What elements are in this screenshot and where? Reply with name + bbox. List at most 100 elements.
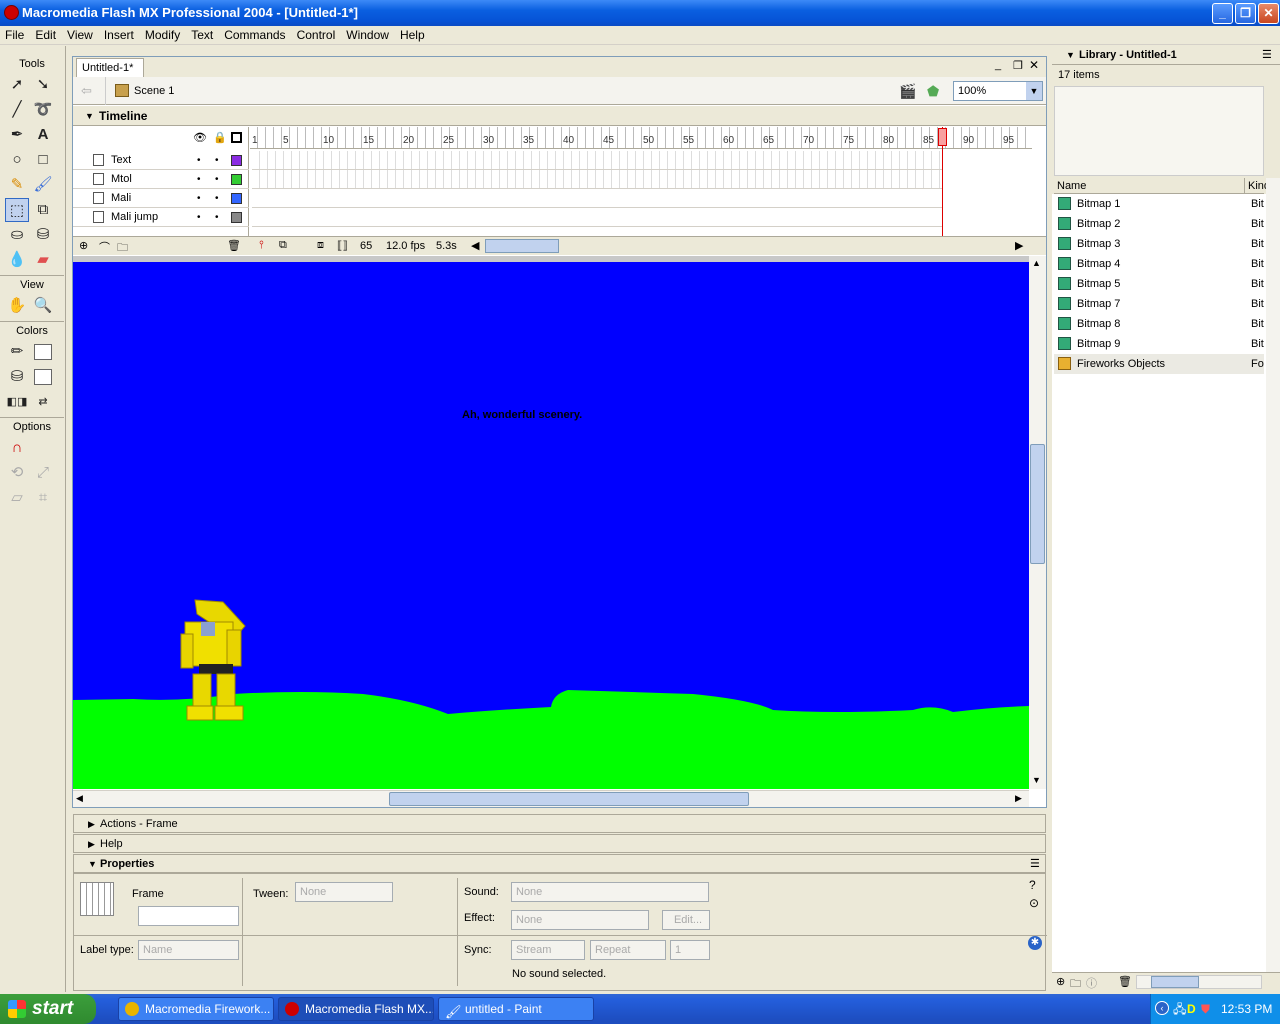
- stage-hscroll[interactable]: ◀ ▶: [73, 790, 1029, 807]
- center-frame-icon[interactable]: ⫯: [259, 239, 264, 252]
- name-column-header[interactable]: Name: [1057, 180, 1086, 192]
- eye-icon[interactable]: 👁: [193, 131, 207, 144]
- menu-view[interactable]: View: [62, 26, 99, 42]
- library-options-icon[interactable]: ☰: [1262, 46, 1272, 65]
- network-icon[interactable]: 🖧: [1173, 994, 1186, 1024]
- lock-dot[interactable]: •: [215, 151, 219, 170]
- collapse-triangle-icon[interactable]: ▼: [85, 106, 94, 126]
- restore-button[interactable]: ❐: [1235, 3, 1256, 24]
- frame-row[interactable]: [252, 151, 942, 170]
- text-tool-icon[interactable]: A: [31, 123, 55, 147]
- edit-scene-icon[interactable]: 🎬: [899, 83, 916, 100]
- close-button[interactable]: ✕: [1258, 3, 1279, 24]
- lasso-tool-icon[interactable]: ➰: [31, 98, 55, 122]
- tween-select[interactable]: None: [295, 882, 393, 902]
- edit-multiple-icon[interactable]: ⧈: [317, 239, 324, 252]
- swap-colors-icon[interactable]: ⇄: [31, 390, 55, 414]
- library-item[interactable]: Fireworks Objects Fo: [1054, 354, 1264, 374]
- delete-layer-icon[interactable]: 🗑: [227, 239, 241, 252]
- lock-dot[interactable]: •: [215, 189, 219, 208]
- minimize-button[interactable]: _: [1212, 3, 1233, 24]
- library-item[interactable]: Bitmap 4 Bit: [1054, 254, 1264, 274]
- accessibility-icon[interactable]: ✱: [1028, 936, 1042, 950]
- onion-markers-icon[interactable]: ⟦⟧: [337, 239, 348, 252]
- menu-window[interactable]: Window: [341, 26, 395, 42]
- subselect-tool-icon[interactable]: ➘: [31, 73, 55, 97]
- visible-dot[interactable]: •: [197, 170, 201, 189]
- default-colors-icon[interactable]: ◧◨: [5, 390, 29, 414]
- stroke-swatch[interactable]: [31, 340, 55, 364]
- label-type-select[interactable]: Name: [138, 940, 239, 960]
- eyedropper-tool-icon[interactable]: 💧: [5, 248, 29, 272]
- document-tab[interactable]: Untitled-1*: [76, 58, 144, 78]
- properties-panel-header[interactable]: ▼ Properties ☰: [73, 854, 1046, 873]
- chevron-down-icon[interactable]: ▼: [1026, 82, 1042, 100]
- scale-option-icon[interactable]: ⤢: [31, 461, 55, 485]
- library-item[interactable]: Bitmap 7 Bit: [1054, 294, 1264, 314]
- outline-icon[interactable]: [231, 132, 242, 143]
- delete-icon[interactable]: 🗑: [1118, 975, 1132, 988]
- menu-text[interactable]: Text: [186, 26, 219, 42]
- help-panel-header[interactable]: ▶ Help: [73, 834, 1046, 853]
- line-tool-icon[interactable]: ╱: [5, 98, 29, 122]
- fill-swatch[interactable]: [31, 365, 55, 389]
- pen-tool-icon[interactable]: ✒: [5, 123, 29, 147]
- layer-row[interactable]: Text • •: [73, 151, 249, 170]
- menu-insert[interactable]: Insert: [99, 26, 140, 42]
- timeline-hscroll-thumb[interactable]: [485, 239, 559, 253]
- layer-row[interactable]: Mali • •: [73, 189, 249, 208]
- hand-tool-icon[interactable]: ✋: [5, 294, 29, 318]
- zoom-select[interactable]: 100% ▼: [953, 81, 1043, 101]
- library-item[interactable]: Bitmap 9 Bit: [1054, 334, 1264, 354]
- start-button[interactable]: start: [0, 994, 96, 1024]
- playhead-handle[interactable]: [938, 128, 947, 146]
- envelope-option-icon[interactable]: ⌗: [31, 486, 55, 510]
- library-item[interactable]: Bitmap 8 Bit: [1054, 314, 1264, 334]
- paint-bucket-tool-icon[interactable]: ⛁: [31, 223, 55, 247]
- doc-minimize-icon[interactable]: _: [995, 59, 1001, 71]
- doc-restore-icon[interactable]: ❐: [1013, 59, 1023, 72]
- add-layer-icon[interactable]: ⊕: [79, 239, 88, 252]
- menu-control[interactable]: Control: [292, 26, 342, 42]
- repeat-select[interactable]: Repeat: [590, 940, 666, 960]
- library-item[interactable]: Bitmap 3 Bit: [1054, 234, 1264, 254]
- scroll-right-icon[interactable]: ▶: [1015, 793, 1022, 804]
- taskbar-fireworks[interactable]: Macromedia Firework...: [118, 997, 274, 1021]
- sound-select[interactable]: None: [511, 882, 709, 902]
- snap-magnet-icon[interactable]: ∩: [5, 436, 29, 460]
- pencil-tool-icon[interactable]: ✎: [5, 173, 29, 197]
- collapse-triangle-icon[interactable]: ▼: [88, 855, 97, 873]
- menu-file[interactable]: File: [0, 26, 30, 42]
- onion-skin-icon[interactable]: ⧉: [279, 239, 287, 252]
- brush-tool-icon[interactable]: 🖌: [31, 173, 55, 197]
- sync-select[interactable]: Stream: [511, 940, 585, 960]
- rotate-option-icon[interactable]: ⟲: [5, 461, 29, 485]
- menu-commands[interactable]: Commands: [219, 26, 291, 42]
- collapse-triangle-icon[interactable]: ▼: [1066, 46, 1075, 65]
- tray-expand-icon[interactable]: ‹: [1155, 1001, 1169, 1015]
- library-vscroll[interactable]: [1266, 178, 1280, 974]
- fill-transform-tool-icon[interactable]: ⧉: [31, 198, 55, 222]
- frame-label-input[interactable]: [138, 906, 239, 926]
- lock-dot[interactable]: •: [215, 208, 219, 227]
- d-tray-icon[interactable]: D: [1187, 994, 1196, 1024]
- arrow-tool-icon[interactable]: ➚: [5, 73, 29, 97]
- scroll-right-icon[interactable]: ▶: [1015, 239, 1023, 252]
- timeline-header[interactable]: ▼ Timeline: [73, 106, 1046, 126]
- visible-dot[interactable]: •: [197, 208, 201, 227]
- expand-triangle-icon[interactable]: ▶: [88, 815, 95, 833]
- new-folder-icon[interactable]: 🗀: [1070, 975, 1081, 994]
- oval-tool-icon[interactable]: ○: [5, 148, 29, 172]
- panel-options-icon[interactable]: ☰: [1030, 855, 1040, 873]
- stage[interactable]: Ah, wonderful scenery.: [73, 262, 1029, 789]
- effect-select[interactable]: None: [511, 910, 649, 930]
- new-symbol-icon[interactable]: ⊕: [1056, 975, 1065, 988]
- vscroll-thumb[interactable]: [1030, 444, 1045, 564]
- scroll-up-icon[interactable]: ▲: [1032, 258, 1041, 268]
- library-hscroll[interactable]: [1136, 975, 1262, 989]
- visible-dot[interactable]: •: [197, 151, 201, 170]
- library-item[interactable]: Bitmap 1 Bit: [1054, 194, 1264, 214]
- layer-row[interactable]: Mtol • •: [73, 170, 249, 189]
- actions-panel-header[interactable]: ▶ Actions - Frame: [73, 814, 1046, 833]
- library-item[interactable]: Bitmap 2 Bit: [1054, 214, 1264, 234]
